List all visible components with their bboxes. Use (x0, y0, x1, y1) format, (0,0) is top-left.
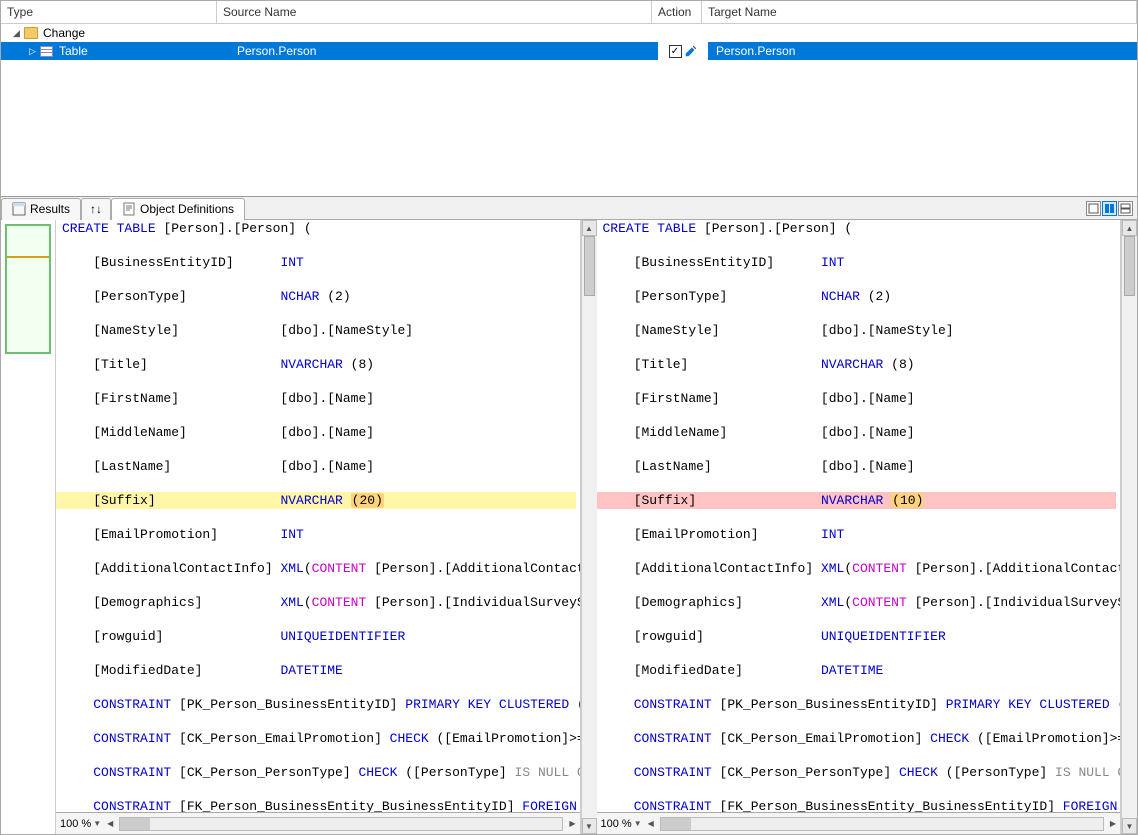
tab-results-label: Results (30, 202, 70, 216)
tree-row-change[interactable]: ◢ Change (1, 24, 1137, 42)
source-code: CREATE TABLE [Person].[Person] ( [Busine… (56, 220, 580, 812)
scroll-up-icon[interactable]: ▲ (582, 220, 597, 236)
expander-icon[interactable]: ▷ (27, 46, 38, 57)
view-toggle-group (1086, 201, 1137, 216)
h-scrollbar[interactable] (660, 817, 1104, 831)
script-icon (122, 202, 136, 216)
view-split-button[interactable] (1102, 201, 1117, 216)
expander-icon[interactable]: ◢ (11, 28, 22, 39)
scroll-left-icon[interactable]: ◀ (107, 819, 113, 828)
scroll-up-icon[interactable]: ▲ (1122, 220, 1137, 236)
target-status-bar: 100 % ▼ ◀ ▶ (597, 812, 1121, 834)
target-scroll[interactable]: CREATE TABLE [Person].[Person] ( [Busine… (597, 220, 1121, 812)
header-action[interactable]: Action (652, 1, 702, 23)
tab-results[interactable]: Results (1, 198, 81, 220)
action-cell: ✓ (658, 42, 708, 60)
folder-icon (24, 27, 38, 39)
zoom-level[interactable]: 100 % ▼ (601, 818, 642, 830)
tree-row-table[interactable]: ▷ Table Person.Person ✓ Person.Person (1, 42, 1137, 60)
header-source[interactable]: Source Name (217, 1, 652, 23)
view-stacked-button[interactable] (1118, 201, 1133, 216)
code-pane-target: CREATE TABLE [Person].[Person] ( [Busine… (597, 220, 1122, 834)
chevron-down-icon: ▼ (634, 819, 642, 828)
results-icon (12, 202, 26, 216)
header-target[interactable]: Target Name (702, 1, 1137, 23)
diff-overview[interactable] (1, 220, 56, 834)
scroll-right-icon[interactable]: ▶ (569, 819, 575, 828)
header-type[interactable]: Type (1, 1, 217, 23)
tab-object-definitions[interactable]: Object Definitions (111, 198, 245, 220)
code-pane-source: CREATE TABLE [Person].[Person] ( [Busine… (56, 220, 581, 834)
diff-area: CREATE TABLE [Person].[Person] ( [Busine… (1, 220, 1137, 834)
change-label: Change (43, 26, 85, 40)
scroll-left-icon[interactable]: ◀ (648, 819, 654, 828)
include-checkbox[interactable]: ✓ (669, 45, 682, 58)
app-root: Type Source Name Action Target Name ◢ Ch… (0, 0, 1138, 835)
scroll-right-icon[interactable]: ▶ (1110, 819, 1116, 828)
source-status-bar: 100 % ▼ ◀ ▶ (56, 812, 580, 834)
source-name-cell: Person.Person (237, 42, 658, 60)
tabs-bar: Results ↑↓ Object Definitions (1, 197, 1137, 220)
tab-defs-label: Object Definitions (140, 202, 234, 216)
tree-header: Type Source Name Action Target Name (1, 1, 1137, 24)
target-code: CREATE TABLE [Person].[Person] ( [Busine… (597, 220, 1121, 812)
h-scrollbar[interactable] (119, 817, 563, 831)
chevron-down-icon: ▼ (93, 819, 101, 828)
source-vscroll[interactable]: ▲ ▼ (581, 220, 597, 834)
source-scroll[interactable]: CREATE TABLE [Person].[Person] ( [Busine… (56, 220, 580, 812)
tree-pane[interactable]: Type Source Name Action Target Name ◢ Ch… (1, 1, 1137, 197)
edit-icon[interactable] (684, 44, 698, 58)
tab-swap[interactable]: ↑↓ (81, 198, 111, 220)
table-icon (40, 46, 53, 57)
zoom-level[interactable]: 100 % ▼ (60, 818, 101, 830)
overview-diff-marker (7, 256, 49, 258)
table-type-label: Table (59, 44, 88, 58)
view-single-button[interactable] (1086, 201, 1101, 216)
scroll-down-icon[interactable]: ▼ (1122, 818, 1137, 834)
target-vscroll[interactable]: ▲ ▼ (1121, 220, 1137, 834)
swap-icon: ↑↓ (90, 202, 102, 216)
scroll-down-icon[interactable]: ▼ (582, 818, 597, 834)
target-name-cell: Person.Person (708, 42, 1137, 60)
